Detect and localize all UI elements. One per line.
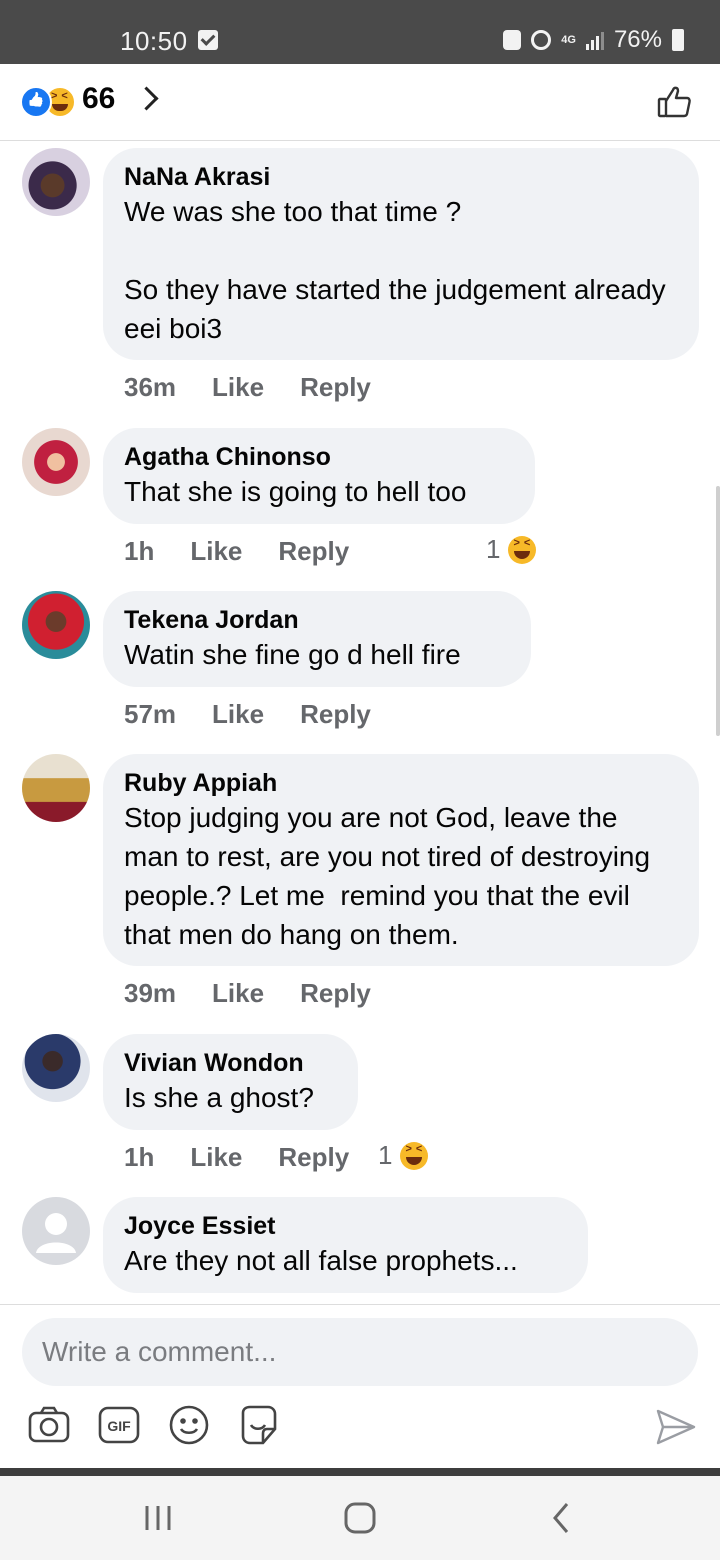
comment-actions: 57m Like Reply: [124, 699, 407, 730]
status-bar: 10:50 4G 76%: [0, 0, 720, 64]
back-icon[interactable]: [542, 1498, 582, 1538]
like-button[interactable]: Like: [212, 372, 264, 403]
network-type: 4G: [561, 33, 576, 46]
commenter-name[interactable]: Tekena Jordan: [124, 605, 510, 635]
sticker-icon[interactable]: [237, 1403, 281, 1447]
default-avatar-icon[interactable]: [22, 1197, 90, 1265]
avatar[interactable]: [22, 1034, 90, 1102]
like-button[interactable]: Like: [190, 1142, 242, 1173]
lock-icon: [503, 30, 522, 50]
comment-text: That she is going to hell too: [124, 476, 467, 507]
like-reaction-icon[interactable]: [20, 86, 52, 118]
reply-button[interactable]: Reply: [300, 978, 371, 1009]
avatar[interactable]: [22, 591, 90, 659]
comment-time[interactable]: 1h: [124, 1142, 154, 1173]
signal-icon: [585, 30, 604, 50]
camera-icon[interactable]: [27, 1403, 71, 1447]
comment-input[interactable]: [22, 1318, 698, 1386]
commenter-name[interactable]: Ruby Appiah: [124, 768, 678, 798]
comment-text: Watin she fine go d hell fire: [124, 639, 461, 670]
comment-actions: 1h Like Reply: [124, 536, 385, 567]
home-icon[interactable]: [340, 1498, 380, 1538]
svg-text:GIF: GIF: [107, 1418, 131, 1434]
comment-time[interactable]: 57m: [124, 699, 176, 730]
haha-reaction-icon: [400, 1141, 429, 1170]
like-button[interactable]: Like: [212, 699, 264, 730]
battery-icon: [672, 29, 684, 51]
reaction-count[interactable]: 66: [82, 82, 115, 116]
comment-bubble[interactable]: Agatha Chinonso That she is going to hel…: [103, 428, 535, 524]
comment-actions: 36m Like Reply: [124, 372, 407, 403]
send-icon[interactable]: [654, 1405, 698, 1449]
reply-button[interactable]: Reply: [300, 699, 371, 730]
comment-text: Is she a ghost?: [124, 1082, 314, 1113]
chevron-right-icon[interactable]: [134, 86, 159, 111]
commenter-name[interactable]: Agatha Chinonso: [124, 442, 514, 472]
avatar[interactable]: [22, 754, 90, 822]
comment-time[interactable]: 39m: [124, 978, 176, 1009]
comment-bubble[interactable]: Joyce Essiet Are they not all false prop…: [103, 1197, 588, 1293]
status-time: 10:50: [120, 26, 188, 56]
divider: [0, 1468, 720, 1476]
like-thumb-icon[interactable]: [656, 84, 692, 120]
reactions-header: 66: [0, 64, 720, 141]
comment-text: We was she too that time ? So they have …: [124, 196, 666, 344]
system-nav-bar: [0, 1476, 720, 1560]
gif-icon[interactable]: GIF: [97, 1403, 141, 1447]
reaction-count: 1: [378, 1140, 393, 1170]
comment-reactions[interactable]: 1: [378, 1140, 429, 1171]
comment-time[interactable]: 36m: [124, 372, 176, 403]
alarm-icon: [531, 30, 552, 50]
haha-reaction-icon: [508, 535, 537, 564]
commenter-name[interactable]: Joyce Essiet: [124, 1211, 567, 1241]
commenter-name[interactable]: Vivian Wondon: [124, 1048, 337, 1078]
person-icon: [36, 1213, 76, 1253]
comment-composer: GIF: [0, 1304, 720, 1471]
reply-button[interactable]: Reply: [278, 1142, 349, 1173]
comment-reactions[interactable]: 1: [486, 534, 537, 565]
reaction-count: 1: [486, 534, 501, 564]
avatar[interactable]: [22, 428, 90, 496]
comment-text: Are they not all false prophets...: [124, 1245, 518, 1276]
status-icons: 4G 76%: [503, 26, 684, 54]
recent-apps-icon[interactable]: [138, 1498, 178, 1538]
notification-check-icon: [198, 30, 218, 50]
comment-actions: 1h Like Reply: [124, 1142, 385, 1173]
comment-text: Stop judging you are not God, leave the …: [124, 802, 658, 950]
battery-percent: 76%: [613, 26, 662, 53]
scrollbar[interactable]: [716, 486, 720, 736]
comment-actions: 39m Like Reply: [124, 978, 407, 1009]
reply-button[interactable]: Reply: [300, 372, 371, 403]
comment-bubble[interactable]: Tekena Jordan Watin she fine go d hell f…: [103, 591, 531, 687]
like-button[interactable]: Like: [212, 978, 264, 1009]
like-button[interactable]: Like: [190, 536, 242, 567]
comment-bubble[interactable]: NaNa Akrasi We was she too that time ? S…: [103, 148, 699, 360]
comment-bubble[interactable]: Ruby Appiah Stop judging you are not God…: [103, 754, 699, 966]
comment-bubble[interactable]: Vivian Wondon Is she a ghost?: [103, 1034, 358, 1130]
commenter-name[interactable]: NaNa Akrasi: [124, 162, 678, 192]
avatar[interactable]: [22, 148, 90, 216]
reply-button[interactable]: Reply: [278, 536, 349, 567]
comment-time[interactable]: 1h: [124, 536, 154, 567]
emoji-icon[interactable]: [167, 1403, 211, 1447]
